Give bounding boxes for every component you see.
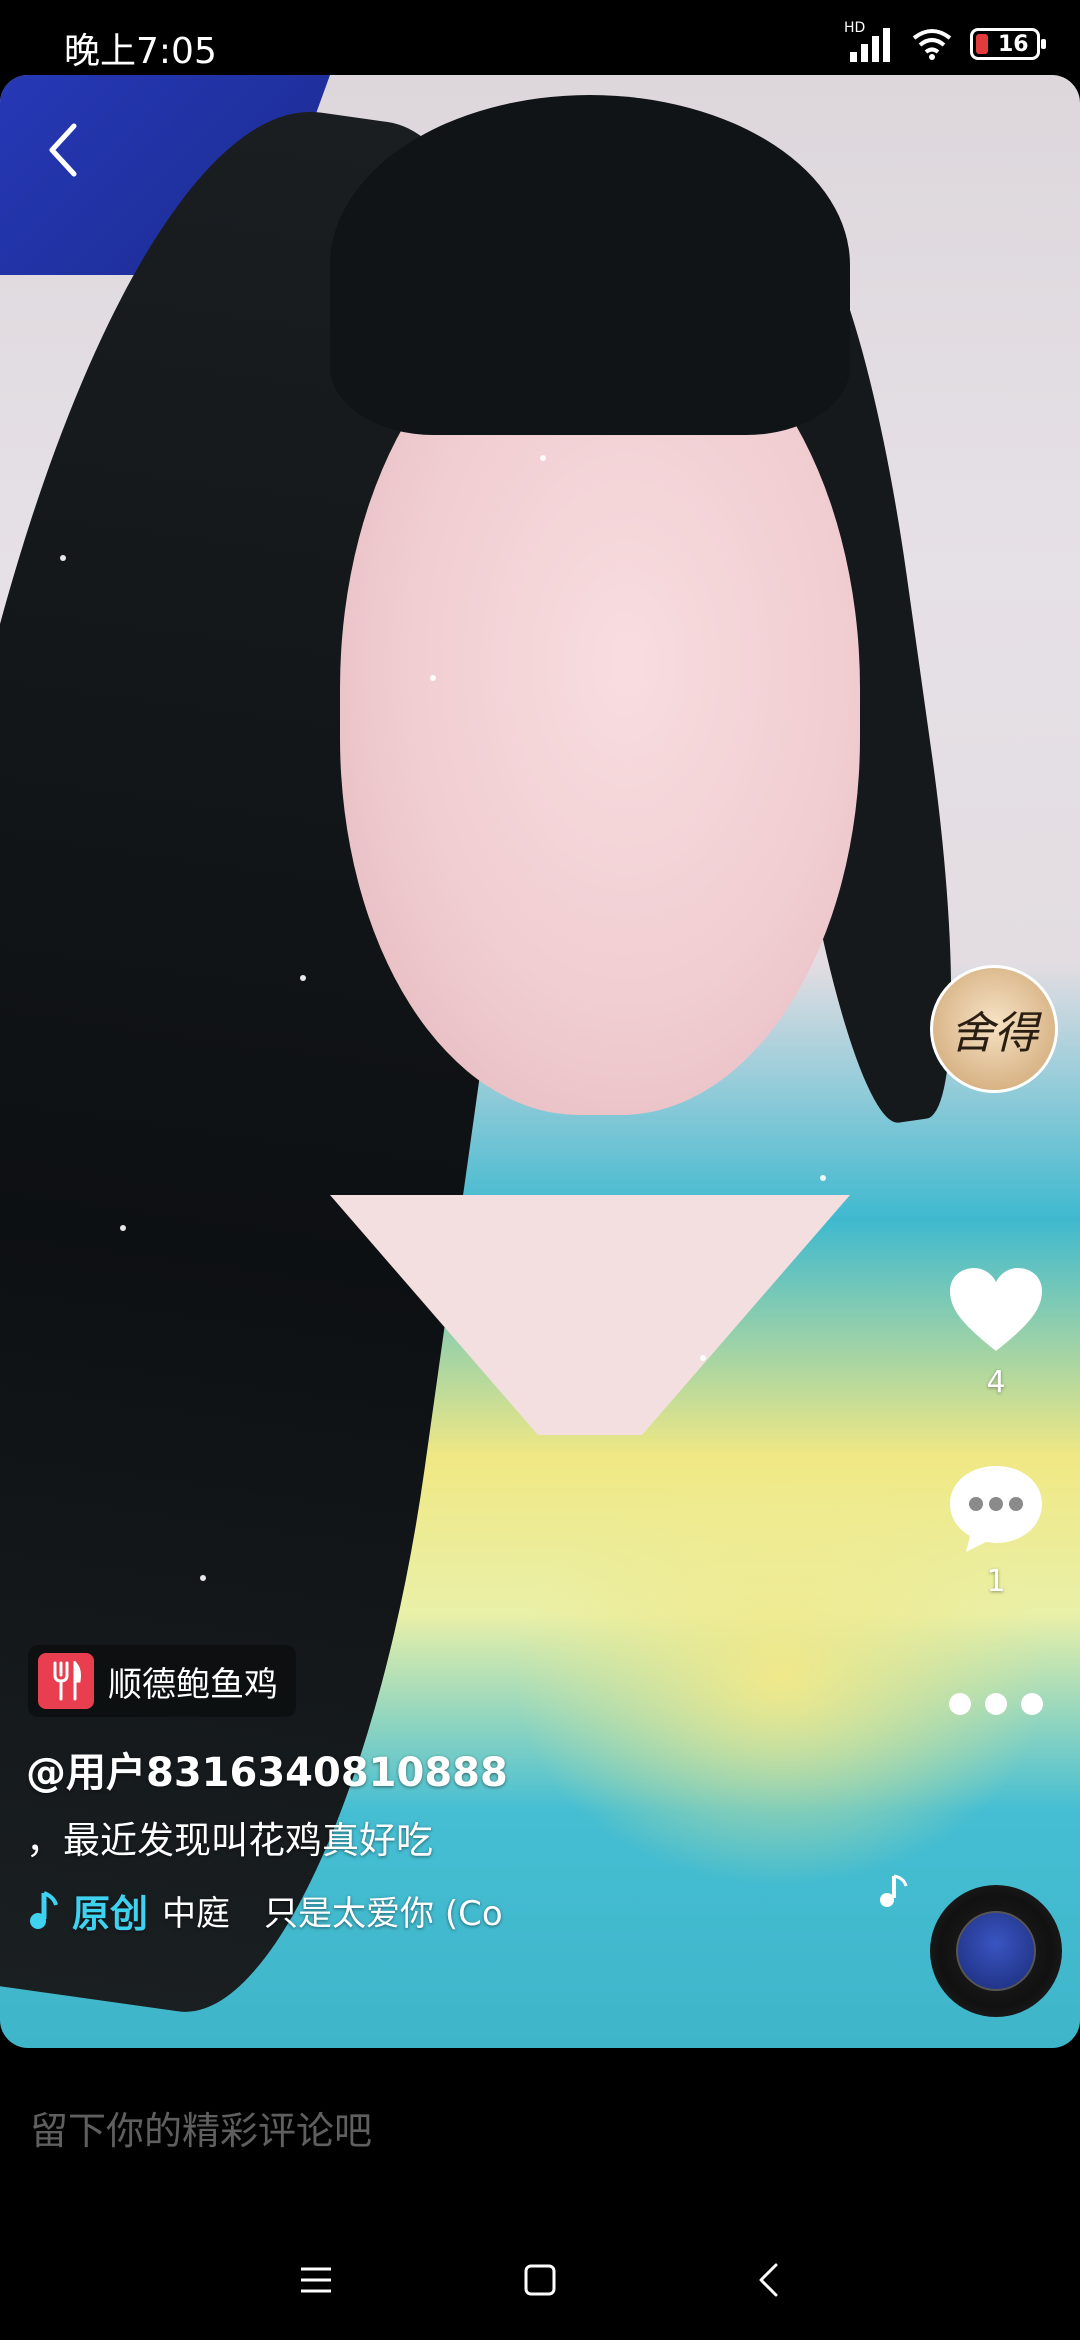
music-original-tag: 原创 xyxy=(72,1892,149,1936)
status-time: 晚上7:05 xyxy=(64,31,217,72)
more-dots-icon xyxy=(949,1693,1043,1715)
nav-back-button[interactable] xyxy=(738,2250,798,2310)
chevron-left-icon xyxy=(49,123,77,177)
music-cover xyxy=(956,1911,1036,1991)
music-info[interactable]: 原创 中庭 只是太爱你 (Co xyxy=(28,1883,503,1938)
signal-icon: HD xyxy=(844,20,894,62)
menu-icon xyxy=(301,2267,331,2293)
system-nav-bar xyxy=(0,2220,1080,2340)
post-caption: ，最近发现叫花鸡真好吃 xyxy=(26,1819,433,1862)
music-note-icon xyxy=(30,1890,58,1929)
comment-input[interactable]: 留下你的精彩评论吧 xyxy=(30,2100,372,2155)
poi-tag[interactable]: 顺德鲍鱼鸡 xyxy=(28,1645,296,1717)
poi-name: 顺德鲍鱼鸡 xyxy=(108,1664,278,1705)
nav-home-button[interactable] xyxy=(510,2250,570,2310)
music-title: 中庭 只是太爱你 (Co xyxy=(162,1894,503,1934)
music-disc[interactable] xyxy=(930,1885,1062,2017)
battery-icon: 16 xyxy=(970,28,1046,60)
home-square-icon xyxy=(524,2264,556,2296)
comment-bubble-icon xyxy=(950,1466,1042,1552)
comment-count: 1 xyxy=(986,1564,1006,1599)
heart-icon xyxy=(950,1268,1042,1351)
battery-level: 16 xyxy=(998,31,1029,57)
status-bar: 晚上7:05 HD 16 xyxy=(0,0,1080,75)
back-triangle-icon xyxy=(759,2263,778,2297)
like-count: 4 xyxy=(986,1365,1006,1400)
author-name[interactable]: @用户8316340810888 xyxy=(26,1740,508,1798)
comment-button[interactable]: 1 xyxy=(932,1462,1060,1599)
like-button[interactable]: 4 xyxy=(932,1265,1060,1400)
restaurant-icon xyxy=(38,1653,94,1709)
nav-menu-button[interactable] xyxy=(286,2250,346,2310)
avatar-text: 舍得 xyxy=(950,1008,1038,1059)
more-button[interactable] xyxy=(932,1688,1060,1724)
status-icons: HD 16 xyxy=(844,20,1046,64)
network-type: HD xyxy=(844,20,866,36)
floating-note-icon xyxy=(880,1874,908,1907)
author-avatar[interactable]: 舍得 xyxy=(930,965,1058,1093)
back-button[interactable] xyxy=(34,115,94,185)
wifi-icon xyxy=(912,29,952,60)
